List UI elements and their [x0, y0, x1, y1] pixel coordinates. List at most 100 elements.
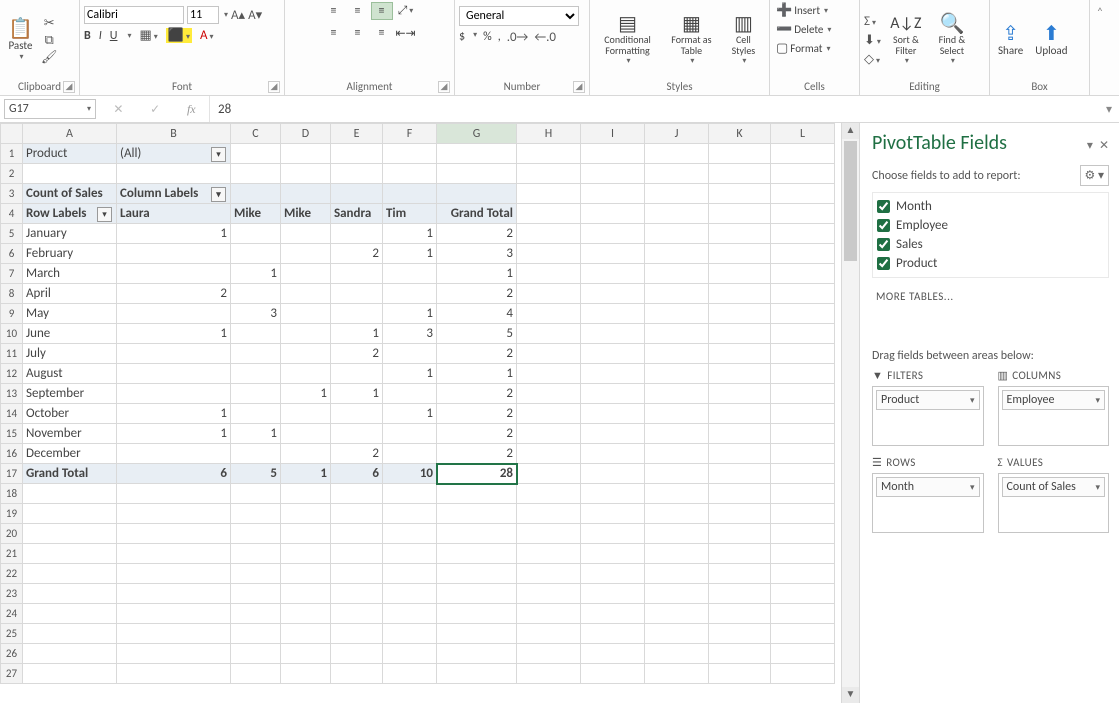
cell-F18[interactable] [383, 484, 437, 504]
cell-K25[interactable] [709, 624, 771, 644]
cell-E19[interactable] [331, 504, 383, 524]
row-header-5[interactable]: 5 [1, 224, 23, 244]
clear-icon[interactable]: ◇▾ [864, 52, 880, 67]
cell-E14[interactable] [331, 404, 383, 424]
row-header-4[interactable]: 4 [1, 204, 23, 224]
filters-chip[interactable]: Product▾ [876, 390, 980, 410]
cell-F19[interactable] [383, 504, 437, 524]
row-labels-dropdown-icon[interactable]: ▾ [97, 207, 112, 222]
cell-J26[interactable] [645, 644, 709, 664]
cell-D24[interactable] [281, 604, 331, 624]
cell-A15[interactable]: November [23, 424, 117, 444]
cell-J17[interactable] [645, 464, 709, 484]
cell-E6[interactable]: 2 [331, 244, 383, 264]
cell-G13[interactable]: 2 [437, 384, 517, 404]
decrease-font-icon[interactable]: A▾ [248, 8, 262, 23]
column-header-D[interactable]: D [281, 124, 331, 144]
cell-L20[interactable] [771, 524, 835, 544]
cell-E5[interactable] [331, 224, 383, 244]
cell-G25[interactable] [437, 624, 517, 644]
cell-F5[interactable]: 1 [383, 224, 437, 244]
row-header-15[interactable]: 15 [1, 424, 23, 444]
cell-L7[interactable] [771, 264, 835, 284]
field-checkbox-sales[interactable] [877, 238, 890, 251]
cell-G21[interactable] [437, 544, 517, 564]
cell-F6[interactable]: 1 [383, 244, 437, 264]
cell-L10[interactable] [771, 324, 835, 344]
cell-G22[interactable] [437, 564, 517, 584]
format-painter-icon[interactable]: 🖌 [41, 50, 58, 65]
cell-F13[interactable] [383, 384, 437, 404]
cell-F27[interactable] [383, 664, 437, 684]
cell-D25[interactable] [281, 624, 331, 644]
upload-button[interactable]: ⬆ Upload [1031, 22, 1071, 59]
currency-button[interactable]: $ [459, 30, 465, 45]
cell-I13[interactable] [581, 384, 645, 404]
cell-C8[interactable] [231, 284, 281, 304]
spreadsheet-grid[interactable]: ABCDEFGHIJKL1Product(All)▾23Count of Sal… [0, 123, 835, 684]
field-checkbox-employee[interactable] [877, 219, 890, 232]
cell-I22[interactable] [581, 564, 645, 584]
cell-I4[interactable] [581, 204, 645, 224]
cell-H16[interactable] [517, 444, 581, 464]
cell-A8[interactable]: April [23, 284, 117, 304]
row-header-13[interactable]: 13 [1, 384, 23, 404]
cell-H19[interactable] [517, 504, 581, 524]
cell-D27[interactable] [281, 664, 331, 684]
cell-C16[interactable] [231, 444, 281, 464]
cell-E21[interactable] [331, 544, 383, 564]
cell-I9[interactable] [581, 304, 645, 324]
cell-G14[interactable]: 2 [437, 404, 517, 424]
cell-H14[interactable] [517, 404, 581, 424]
cell-H20[interactable] [517, 524, 581, 544]
cell-J8[interactable] [645, 284, 709, 304]
paste-button[interactable]: 📋 Paste ▾ [4, 17, 37, 64]
cell-K13[interactable] [709, 384, 771, 404]
cell-B26[interactable] [117, 644, 231, 664]
cell-D12[interactable] [281, 364, 331, 384]
cell-H17[interactable] [517, 464, 581, 484]
cell-H7[interactable] [517, 264, 581, 284]
cell-B18[interactable] [117, 484, 231, 504]
cell-B7[interactable] [117, 264, 231, 284]
cell-K4[interactable] [709, 204, 771, 224]
cell-A19[interactable] [23, 504, 117, 524]
cell-E23[interactable] [331, 584, 383, 604]
cell-D9[interactable] [281, 304, 331, 324]
cell-E10[interactable]: 1 [331, 324, 383, 344]
cell-C25[interactable] [231, 624, 281, 644]
cell-J19[interactable] [645, 504, 709, 524]
cell-E3[interactable] [331, 184, 383, 204]
cell-B6[interactable] [117, 244, 231, 264]
cell-C11[interactable] [231, 344, 281, 364]
cell-I18[interactable] [581, 484, 645, 504]
dialog-launcher[interactable]: ◢ [63, 81, 75, 93]
cell-K27[interactable] [709, 664, 771, 684]
cell-F17[interactable]: 10 [383, 464, 437, 484]
column-header-K[interactable]: K [709, 124, 771, 144]
cell-I16[interactable] [581, 444, 645, 464]
column-header-I[interactable]: I [581, 124, 645, 144]
cell-A1[interactable]: Product [23, 144, 117, 164]
column-header-J[interactable]: J [645, 124, 709, 144]
decrease-decimal-icon[interactable]: ←.0 [534, 30, 556, 45]
cell-G2[interactable] [437, 164, 517, 184]
cell-B10[interactable]: 1 [117, 324, 231, 344]
underline-button[interactable]: U [110, 29, 118, 43]
column-header-B[interactable]: B [117, 124, 231, 144]
cell-J2[interactable] [645, 164, 709, 184]
cell-I19[interactable] [581, 504, 645, 524]
cell-J21[interactable] [645, 544, 709, 564]
cell-E20[interactable] [331, 524, 383, 544]
cell-styles-button[interactable]: ▥ Cell Styles▾ [722, 12, 765, 68]
columns-chip[interactable]: Employee▾ [1002, 390, 1106, 410]
cell-C7[interactable]: 1 [231, 264, 281, 284]
conditional-formatting-button[interactable]: ▤ Conditional Formatting▾ [594, 12, 661, 68]
cell-I21[interactable] [581, 544, 645, 564]
cell-E2[interactable] [331, 164, 383, 184]
filter-dropdown-icon[interactable]: ▾ [211, 147, 226, 162]
cell-J24[interactable] [645, 604, 709, 624]
row-header-24[interactable]: 24 [1, 604, 23, 624]
cell-F12[interactable]: 1 [383, 364, 437, 384]
cell-A4[interactable]: Row Labels▾ [23, 204, 117, 224]
